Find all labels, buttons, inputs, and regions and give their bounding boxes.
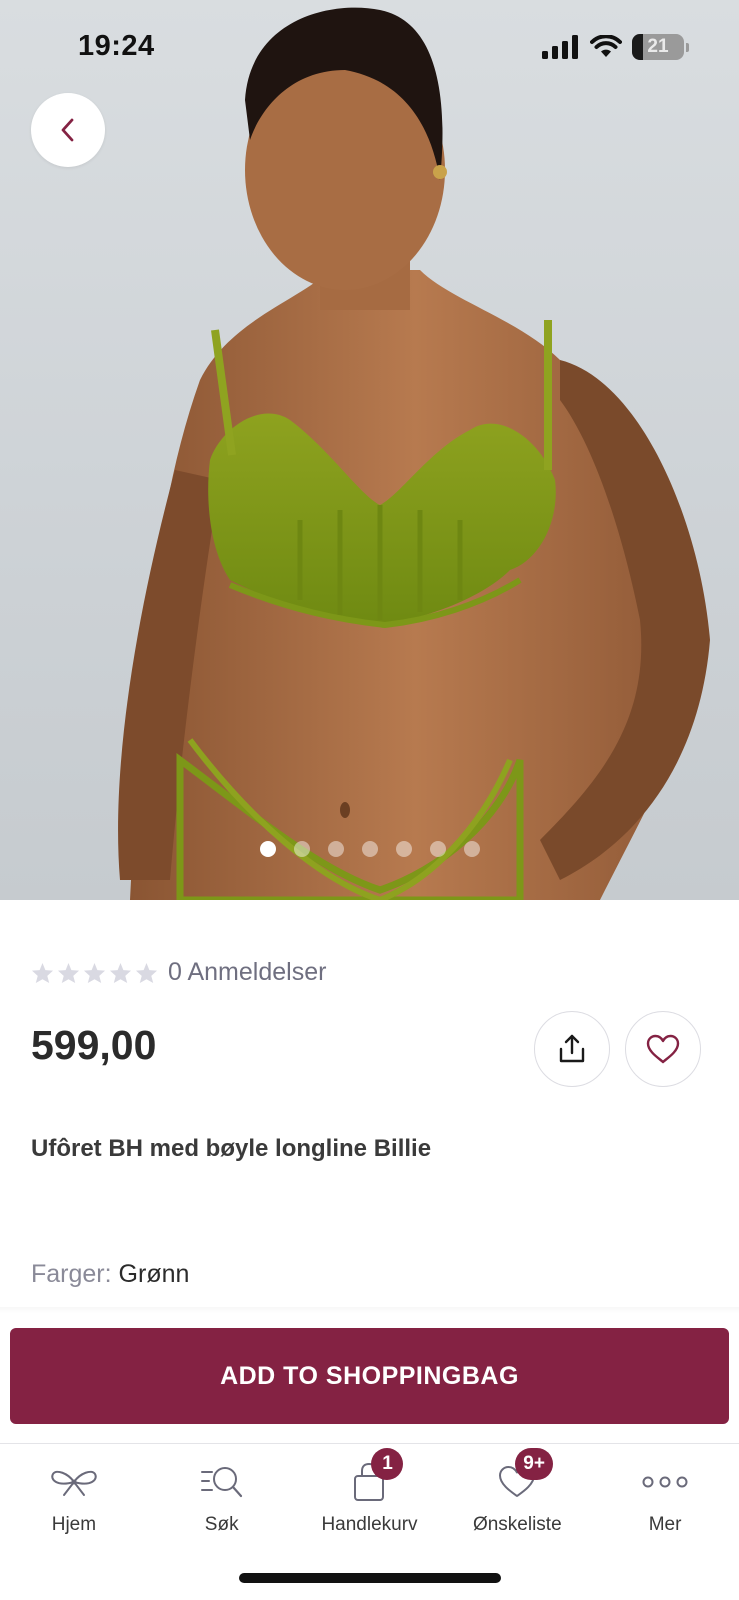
carousel-pagination [0,841,739,857]
tab-label: Handlekurv [321,1514,418,1535]
product-title: Ufôret BH med bøyle longline Billie [31,1135,432,1162]
product-rating[interactable]: 0 Anmeldelser [31,958,326,987]
tab-more[interactable]: Mer [591,1444,739,1564]
tab-label: Mer [648,1514,682,1535]
colors-label: Farger: [31,1260,112,1288]
tab-label: Hjem [51,1514,97,1535]
share-icon [559,1034,585,1063]
tab-search[interactable]: Søk [148,1444,296,1564]
heart-icon [646,1034,680,1064]
product-photo [118,7,710,900]
carousel-dot[interactable] [327,841,344,857]
add-to-bag-button[interactable]: ADD TO SHOPPINGBAG [10,1328,729,1424]
star-icon [83,962,106,983]
status-icons: 21 [542,34,689,60]
wifi-icon [590,35,622,57]
add-to-wishlist-button[interactable] [625,1011,701,1087]
carousel-dot[interactable] [361,841,378,857]
share-button[interactable] [534,1011,610,1087]
selected-color: Grønn [118,1260,190,1288]
section-divider [0,1307,739,1313]
tab-label: Søk [204,1514,239,1535]
tab-wishlist[interactable]: 9+ Ønskeliste [443,1444,591,1564]
wishlist-count-badge: 9+ [515,1448,553,1480]
tab-cart[interactable]: 1 Handlekurv [296,1444,444,1564]
more-dots-icon [642,1476,688,1488]
battery-icon: 21 [632,34,684,60]
cellular-signal-icon [542,35,578,59]
chevron-left-icon [61,118,74,142]
carousel-dot[interactable] [463,841,480,857]
star-icon [31,962,54,983]
tab-label: Ønskeliste [472,1514,562,1535]
color-selector[interactable]: Farger: Grønn [31,1260,189,1289]
star-icon [109,962,132,983]
star-icon [135,962,158,983]
bow-icon [51,1470,97,1496]
carousel-dot[interactable] [395,841,412,857]
rating-stars [31,962,158,984]
back-button[interactable] [31,93,105,167]
star-icon [57,962,80,983]
search-icon [200,1467,242,1498]
status-time: 19:24 [78,30,155,62]
cart-count-badge: 1 [371,1448,404,1480]
status-bar: 19:24 21 [0,0,739,100]
battery-percent: 21 [647,36,669,57]
tab-bar: Hjem Søk 1 Handlekurv 9+ Ønskeliste Mer [0,1444,739,1564]
home-indicator[interactable] [239,1573,501,1583]
carousel-dot[interactable] [259,841,276,857]
carousel-dot[interactable] [429,841,446,857]
product-image-carousel[interactable] [0,0,739,900]
battery-cap [686,42,689,52]
battery-level [632,34,643,60]
tab-home[interactable]: Hjem [0,1444,148,1564]
carousel-dot[interactable] [293,841,310,857]
reviews-count: 0 Anmeldelser [168,958,327,986]
product-price: 599,00 [31,1022,157,1068]
